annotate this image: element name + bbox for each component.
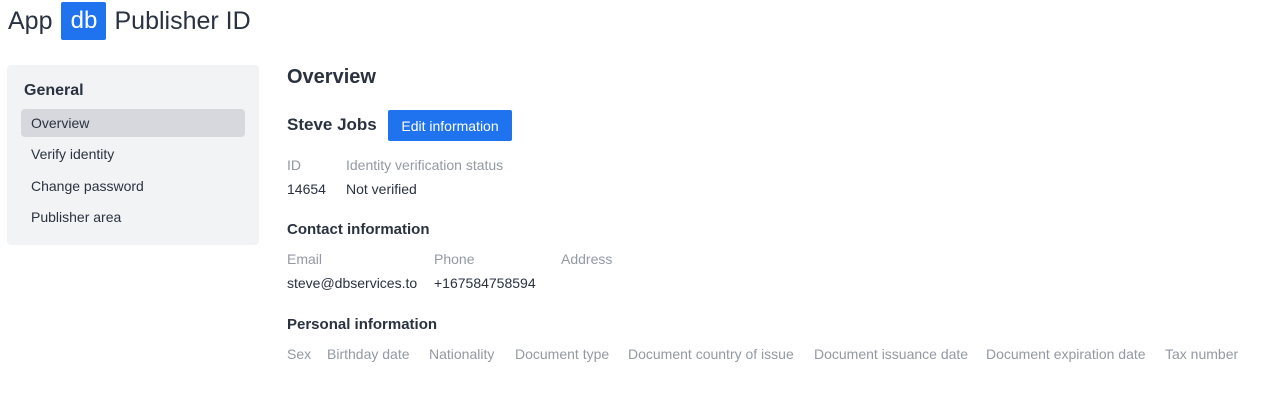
- verification-status-value: Not verified: [346, 181, 417, 197]
- id-value: 14654: [287, 181, 326, 197]
- sidebar-item-verify-identity[interactable]: Verify identity: [21, 140, 245, 168]
- page-title: Overview: [287, 66, 376, 88]
- email-label: Email: [287, 251, 323, 267]
- phone-value: +167584758594: [434, 275, 536, 291]
- personal-information-heading: Personal information: [287, 316, 438, 333]
- id-label: ID: [287, 157, 301, 173]
- contact-information-heading: Contact information: [287, 221, 430, 238]
- db-logo: db: [61, 2, 107, 40]
- email-value: steve@dbservices.to: [287, 275, 418, 291]
- sidebar-item-label: Change password: [31, 178, 144, 194]
- app-header: App db Publisher ID: [8, 2, 251, 40]
- sidebar-item-label: Verify identity: [31, 146, 115, 162]
- app-name: App: [8, 6, 53, 35]
- page-header-title: Publisher ID: [114, 6, 251, 35]
- sidebar-item-change-password[interactable]: Change password: [21, 172, 245, 200]
- sidebar-heading: General: [24, 82, 84, 99]
- sidebar-item-label: Overview: [31, 115, 90, 131]
- sidebar: General Overview Verify identity Change …: [7, 65, 259, 245]
- user-name: Steve Jobs: [287, 115, 377, 134]
- edit-information-button[interactable]: Edit information: [388, 110, 512, 141]
- phone-label: Phone: [434, 251, 475, 267]
- verification-status-label: Identity verification status: [346, 157, 504, 173]
- birthday-date-label: Birthday date: [327, 346, 410, 362]
- tax-number-label: Tax number: [1165, 346, 1239, 362]
- document-expiration-date-label: Document expiration date: [986, 346, 1146, 362]
- sidebar-item-label: Publisher area: [31, 209, 122, 225]
- document-type-label: Document type: [515, 346, 610, 362]
- sidebar-item-publisher-area[interactable]: Publisher area: [21, 203, 245, 231]
- document-issuance-date-label: Document issuance date: [814, 346, 969, 362]
- sex-label: Sex: [287, 346, 312, 362]
- sidebar-item-overview[interactable]: Overview: [21, 109, 245, 137]
- document-country-of-issue-label: Document country of issue: [628, 346, 794, 362]
- nationality-label: Nationality: [429, 346, 495, 362]
- address-label: Address: [561, 251, 613, 267]
